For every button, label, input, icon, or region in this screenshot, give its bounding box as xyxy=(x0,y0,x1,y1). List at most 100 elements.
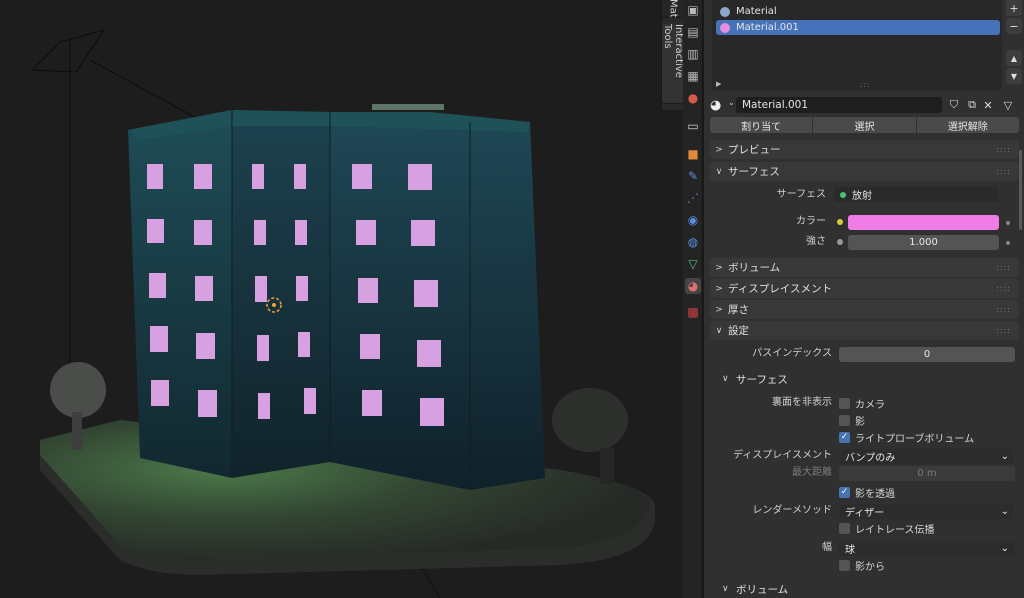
object-icon[interactable]: ■ xyxy=(685,146,701,162)
drag-grip-icon[interactable]: :::: xyxy=(996,167,1011,176)
strength-socket-icon[interactable] xyxy=(837,239,843,245)
drag-grip-icon[interactable]: :::: xyxy=(996,305,1011,314)
render-icon[interactable]: ▤ xyxy=(685,24,701,40)
section-preview[interactable]: > プレビュー :::: xyxy=(710,140,1019,159)
checkbox-box[interactable] xyxy=(839,522,850,534)
section-title: サーフェス xyxy=(728,166,780,178)
dropdown-value: 球 xyxy=(845,545,855,556)
keyframe-dot-icon[interactable] xyxy=(1006,241,1010,245)
scene-render xyxy=(30,29,655,598)
texture-icon[interactable]: ▩ xyxy=(685,304,701,320)
section-title: ボリューム xyxy=(728,262,781,274)
tab-interactive-tools[interactable]: Interactive Tools xyxy=(662,24,683,104)
deselect-button[interactable]: 選択解除 xyxy=(916,117,1019,133)
section-thickness[interactable]: > 厚さ :::: xyxy=(710,300,1019,319)
material-slot-list[interactable]: Material Material.001 ▶ ::: xyxy=(712,0,1002,91)
material-browse-icon[interactable]: ◕ xyxy=(710,98,721,113)
from-shadow-checkbox[interactable]: 影から xyxy=(839,558,885,573)
fake-user-icon[interactable]: ⛉ xyxy=(946,97,962,113)
section-title: 設定 xyxy=(728,325,749,337)
pass-index-label: パスインデックス xyxy=(752,348,832,359)
displacement-dropdown[interactable]: バンプのみ ⌄ xyxy=(839,449,1015,464)
data-icon[interactable]: ▽ xyxy=(685,256,701,272)
surface-shader-label: サーフェス xyxy=(776,189,826,200)
checkbox-label: 影を透過 xyxy=(855,488,895,500)
modifier-icon[interactable]: ✎ xyxy=(685,168,701,184)
viewport-sidebar-tabs: Mat Interactive Tools xyxy=(661,0,683,110)
section-title: 厚さ xyxy=(728,304,749,316)
tab-item[interactable]: Mat xyxy=(662,0,683,18)
pass-index-field[interactable]: 0 xyxy=(839,347,1015,362)
drag-grip-icon[interactable]: :::: xyxy=(996,326,1011,335)
max-distance-field[interactable]: 0 m xyxy=(839,466,1015,481)
render-method-label: レンダーメソッド xyxy=(752,505,832,516)
shadow-checkbox[interactable]: 影 xyxy=(839,413,865,428)
remove-slot-button[interactable]: − xyxy=(1006,18,1022,34)
subsection-surface[interactable]: ∨ サーフェス xyxy=(722,370,788,388)
material-icon[interactable]: ◕ xyxy=(685,278,701,294)
output-icon[interactable]: ▥ xyxy=(685,46,701,62)
add-slot-button[interactable]: + xyxy=(1006,0,1022,16)
move-down-button[interactable]: ▼ xyxy=(1006,68,1022,84)
check-icon[interactable]: ✓ xyxy=(839,431,850,443)
particles-icon[interactable]: ⋰ xyxy=(685,190,701,206)
shader-value: 放射 xyxy=(852,191,872,202)
light-probe-checkbox[interactable]: ✓ ライトプローブボリューム xyxy=(839,430,975,445)
chevron-down-icon: ∨ xyxy=(722,584,729,594)
subsection-volume[interactable]: ∨ ボリューム xyxy=(722,580,788,598)
keyframe-dot-icon[interactable] xyxy=(1006,221,1010,225)
duplicate-icon[interactable]: ⧉ xyxy=(964,97,980,113)
subsection-title: サーフェス xyxy=(736,373,788,386)
panel-scrollbar[interactable] xyxy=(1019,150,1022,230)
checkbox-label: ライトプローブボリューム xyxy=(855,433,975,445)
filter-icon[interactable]: ▽ xyxy=(1000,97,1016,113)
material-selector: ◕ ⌄ Material.001 ⛉ ⧉ ✕ ▽ xyxy=(708,96,1020,114)
world-icon[interactable]: ▭ xyxy=(685,118,701,134)
checkbox-box[interactable] xyxy=(839,397,850,409)
chevron-right-icon: > xyxy=(715,144,723,155)
material-name-field[interactable]: Material.001 xyxy=(736,97,942,113)
tool-icon[interactable]: ▣ xyxy=(685,2,701,18)
drag-grip-icon[interactable]: :::: xyxy=(996,284,1011,293)
slot-name: Material.001 xyxy=(736,22,799,33)
section-surface[interactable]: ∨ サーフェス :::: xyxy=(710,162,1019,181)
width-dropdown[interactable]: 球 ⌄ xyxy=(839,541,1015,556)
constraints-icon[interactable]: ◍ xyxy=(685,234,701,250)
expand-icon[interactable]: ▶ xyxy=(716,80,721,88)
shader-socket-icon xyxy=(840,191,846,198)
assign-button[interactable]: 割り当て xyxy=(710,117,813,133)
max-distance-label: 最大距離 xyxy=(792,467,832,478)
physics-icon[interactable]: ◉ xyxy=(685,212,701,228)
chevron-down-icon[interactable]: ⌄ xyxy=(728,98,735,107)
emission-color-swatch[interactable] xyxy=(848,215,999,230)
checkbox-box[interactable] xyxy=(839,414,850,426)
chevron-down-icon: ⌄ xyxy=(1000,543,1009,554)
section-volume[interactable]: > ボリューム :::: xyxy=(710,258,1019,277)
strength-label: 強さ xyxy=(806,236,826,247)
check-icon[interactable]: ✓ xyxy=(839,486,850,498)
list-item[interactable]: Material xyxy=(716,4,1000,19)
section-settings[interactable]: ∨ 設定 :::: xyxy=(710,321,1019,340)
raytrace-checkbox[interactable]: レイトレース伝播 xyxy=(839,521,935,536)
camera-checkbox[interactable]: カメラ xyxy=(839,396,885,411)
move-up-button[interactable]: ▲ xyxy=(1006,50,1022,66)
view-layer-icon[interactable]: ▦ xyxy=(685,68,701,84)
drag-grip-icon[interactable]: :::: xyxy=(996,263,1011,272)
section-title: ディスプレイスメント xyxy=(728,283,832,295)
select-button[interactable]: 選択 xyxy=(813,117,916,133)
scene-icon[interactable]: ● xyxy=(685,90,701,106)
close-icon[interactable]: ✕ xyxy=(980,97,996,113)
resize-grip[interactable]: ::: xyxy=(860,81,870,89)
strength-field[interactable]: 1.000 xyxy=(848,235,999,250)
properties-tab-bar: ▣ ▤ ▥ ▦ ● ▭ ■ ✎ ⋰ ◉ ◍ ▽ ◕ ▩ xyxy=(683,0,703,598)
color-socket-icon[interactable] xyxy=(837,219,843,225)
transparent-shadow-checkbox[interactable]: ✓ 影を透過 xyxy=(839,485,895,500)
render-method-dropdown[interactable]: ディザー ⌄ xyxy=(839,504,1015,519)
chevron-down-icon: ∨ xyxy=(715,325,723,336)
drag-grip-icon[interactable]: :::: xyxy=(996,145,1011,154)
section-displacement[interactable]: > ディスプレイスメント :::: xyxy=(710,279,1019,298)
3d-viewport[interactable]: Mat Interactive Tools xyxy=(0,0,683,598)
list-item[interactable]: Material.001 xyxy=(716,20,1000,35)
checkbox-box[interactable] xyxy=(839,559,850,571)
surface-shader-selector[interactable]: 放射 xyxy=(834,187,999,202)
